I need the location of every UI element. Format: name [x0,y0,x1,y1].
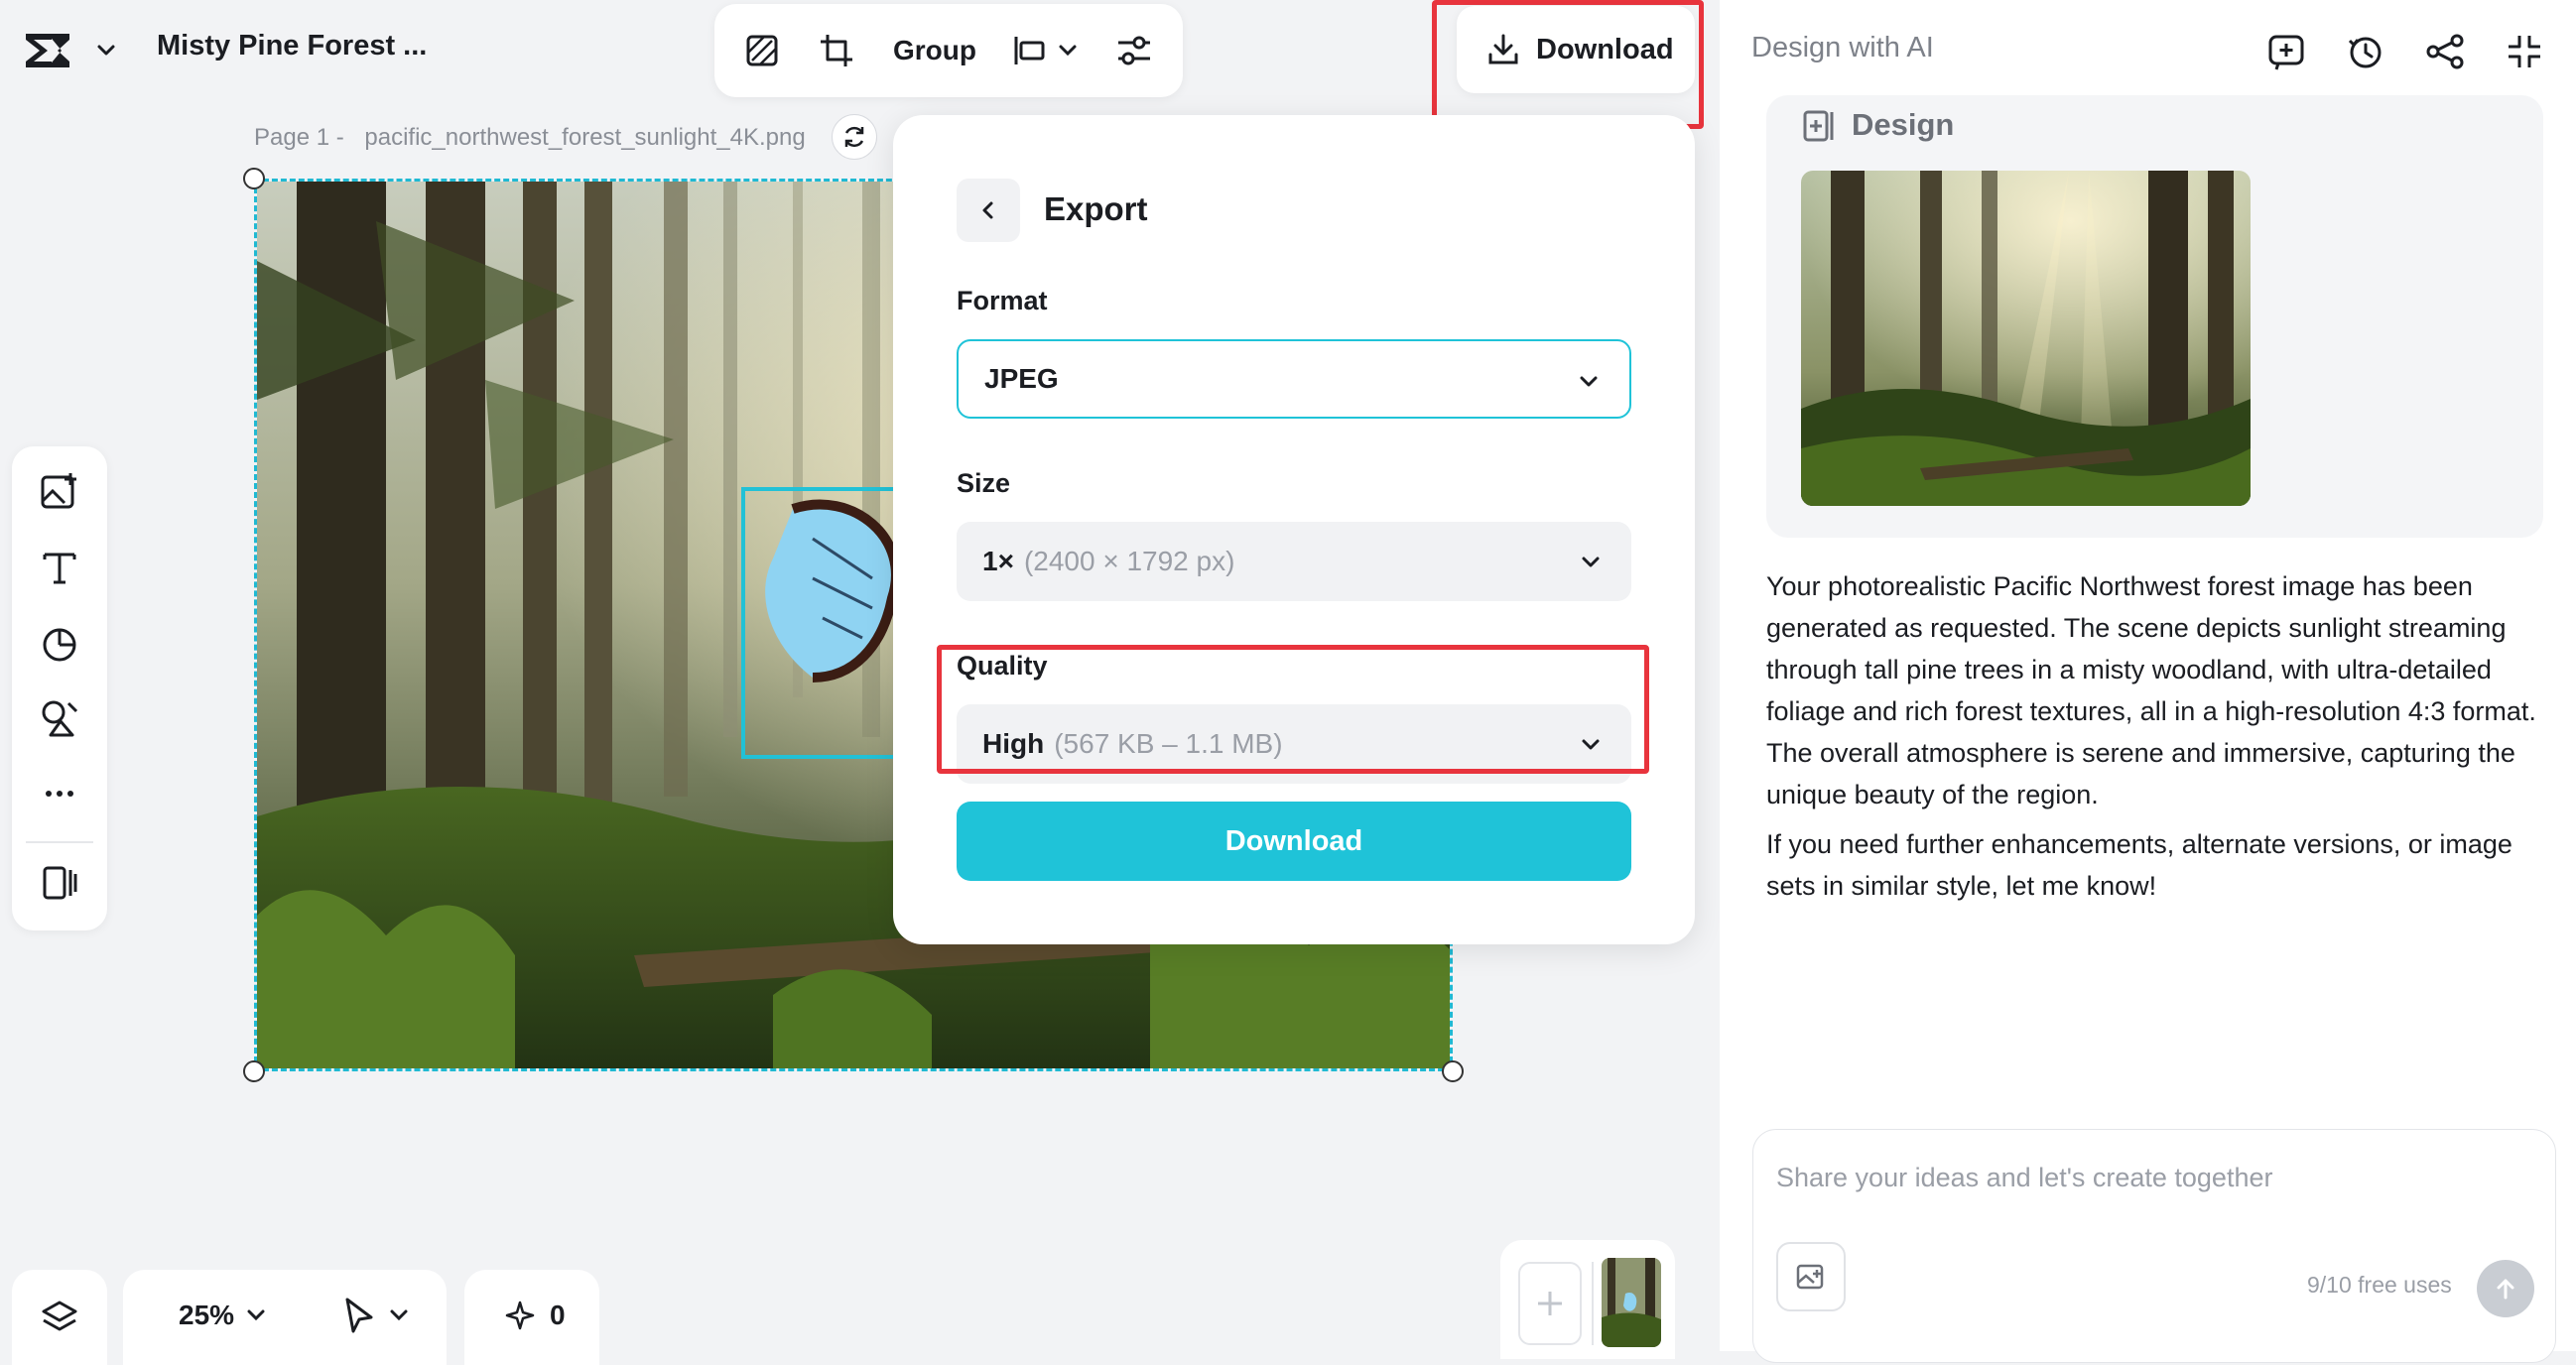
design-label: Design [1852,107,1955,142]
chevron-down-icon [1059,45,1077,57]
chevron-down-icon[interactable] [93,38,119,63]
size-select[interactable]: 1× (2400 × 1792 px) [957,522,1631,601]
adjust-icon[interactable] [1115,4,1153,97]
app-logo[interactable] [22,28,73,73]
chevron-down-icon [1582,557,1600,567]
new-chat-icon[interactable] [2266,32,2306,71]
back-button[interactable] [957,179,1020,242]
export-download-button[interactable]: Download [957,802,1631,881]
page-strip [1500,1240,1675,1359]
left-toolbar [12,446,107,931]
send-button[interactable] [2477,1260,2534,1317]
size-label: Size [957,468,1011,498]
free-uses-counter: 9/10 free uses [2307,1272,2452,1298]
more-icon[interactable] [12,764,107,823]
ai-message-paragraph-1: Your photorealistic Pacific Northwest fo… [1766,571,2536,809]
crop-icon[interactable] [818,4,855,97]
divider [26,841,93,843]
page-prefix: Page 1 - [254,124,344,151]
layers-icon [42,1301,77,1331]
export-panel: Export Format JPEG Size 1× (2400 × 1792 … [893,115,1695,944]
history-icon[interactable] [2346,32,2385,71]
elements-icon[interactable] [12,688,107,748]
resize-handle-bottom-right[interactable] [1442,1060,1464,1082]
export-title: Export [1044,190,1148,227]
panel-icon[interactable] [12,853,107,913]
pointer-icon [345,1298,373,1333]
text-icon[interactable] [12,538,107,597]
chevron-left-icon [982,201,993,219]
image-add-icon[interactable] [12,462,107,522]
file-name[interactable]: pacific_northwest_forest_sunlight_4K.png [364,124,805,151]
sparkle-icon [505,1301,535,1330]
size-main: 1× [982,546,1014,576]
ai-credit-count: 0 [550,1300,566,1330]
quality-highlight [937,645,1649,774]
size-detail: (2400 × 1792 px) [1023,546,1235,576]
group-button[interactable]: Group [893,4,976,97]
zoom-control[interactable]: 25% [179,1300,268,1331]
transparency-icon[interactable] [744,4,780,97]
selection-toolbar: Group [714,4,1183,97]
chevron-down-icon [247,1309,265,1321]
download-label: Download [1536,33,1674,65]
resize-handle-bottom-left[interactable] [243,1060,265,1082]
project-title[interactable]: Misty Pine Forest ... [157,30,427,62]
format-value: JPEG [984,363,1059,394]
divider [1592,1262,1594,1345]
ai-message-paragraph-2: If you need further enhancements, altern… [1766,829,2512,901]
ai-panel-title: Design with AI [1751,32,1934,63]
arrow-up-icon [2497,1279,2514,1300]
download-icon [1486,33,1520,66]
design-thumbnail[interactable] [1801,171,2251,506]
refresh-icon [844,126,864,148]
add-page-button[interactable] [1518,1262,1582,1345]
resize-handle-top-left[interactable] [243,168,265,189]
page-thumbnail[interactable] [1602,1258,1661,1347]
cursor-mode-control[interactable] [341,1296,411,1335]
chevron-down-icon [390,1309,408,1321]
chevron-down-icon [1580,376,1598,387]
chat-input-placeholder[interactable]: Share your ideas and let's create togeth… [1776,1163,2272,1193]
attach-image-button[interactable] [1776,1242,1846,1311]
align-button[interactable] [1012,4,1080,97]
refresh-button[interactable] [832,114,877,160]
plus-icon [1538,1292,1562,1315]
share-icon[interactable] [2425,32,2465,71]
download-button-top[interactable]: Download [1457,6,1695,93]
format-select[interactable]: JPEG [957,339,1631,419]
page-label: Page 1 - pacific_northwest_forest_sunlig… [254,124,806,152]
shapes-icon[interactable] [12,613,107,673]
format-label: Format [957,286,1048,315]
collapse-icon[interactable] [2505,32,2544,71]
zoom-value: 25% [179,1300,235,1330]
design-icon [1802,109,1836,143]
image-add-icon [1796,1264,1824,1290]
